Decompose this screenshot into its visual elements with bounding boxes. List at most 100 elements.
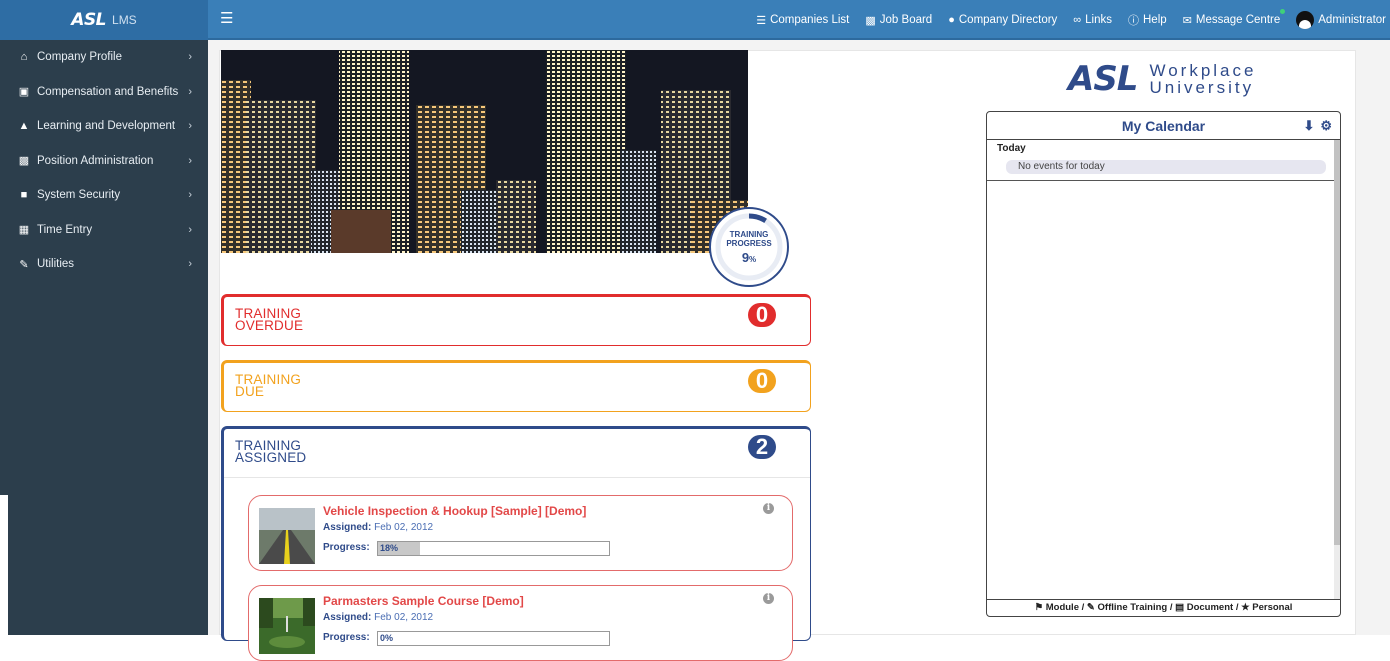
sidebar-item-utilities[interactable]: ✎ Utilities › xyxy=(0,247,208,282)
calendar-scrollbar[interactable] xyxy=(1334,140,1340,600)
training-due-card[interactable]: TRAINING DUE 0 xyxy=(221,360,811,412)
chevron-right-icon: › xyxy=(188,85,192,98)
training-overdue-label: TRAINING OVERDUE xyxy=(235,307,304,333)
training-overdue-count: 0 xyxy=(748,303,776,327)
nav-company-directory[interactable]: ● Company Directory xyxy=(940,0,1065,40)
wu-logo-line2: University xyxy=(1149,78,1255,97)
calendar-icon: ▦ xyxy=(18,224,30,237)
nav-help[interactable]: ⓘ Help xyxy=(1120,0,1175,40)
sidebar-item-label: Learning and Development xyxy=(37,120,176,133)
sidebar-item-compensation[interactable]: ▣ Compensation and Benefits › xyxy=(0,75,208,110)
nav-user-menu[interactable]: Administrator xyxy=(1288,0,1390,40)
brand-sub: LMS xyxy=(112,13,137,27)
briefcase-icon: ▩ xyxy=(865,14,876,27)
brand[interactable]: ASL LMS xyxy=(0,0,208,40)
course-progress-bar: 18% xyxy=(377,541,610,556)
sidebar-item-label: Compensation and Benefits xyxy=(37,85,179,98)
money-icon: ▣ xyxy=(18,86,30,99)
envelope-icon: ✉ xyxy=(1182,14,1192,27)
course-card[interactable]: Parmasters Sample Course [Demo] Assigned… xyxy=(248,585,793,661)
no-events-message: No events for today xyxy=(1006,160,1326,174)
graduation-cap-icon: ▲ xyxy=(18,120,30,133)
legend-module: Module xyxy=(1045,602,1079,613)
progress-arc xyxy=(715,213,783,281)
workplace-university-logo: ASL Workplace University xyxy=(1068,62,1256,96)
course-assigned: Assigned: Feb 02, 2012 xyxy=(323,522,433,533)
wu-logo-text: Workplace University xyxy=(1149,62,1256,96)
course-progress-label: Progress: xyxy=(323,542,370,553)
nav-job-board[interactable]: ▩ Job Board xyxy=(857,0,940,40)
legend-offline: Offline Training xyxy=(1097,602,1168,613)
course-thumbnail xyxy=(259,598,315,654)
nav-message-centre-label: Message Centre xyxy=(1195,9,1286,26)
progress-label: Progress: xyxy=(323,542,370,553)
label-line: DUE xyxy=(235,384,265,399)
nav-help-label: Help xyxy=(1143,14,1167,26)
training-assigned-label: TRAINING ASSIGNED xyxy=(235,439,306,465)
nav-company-directory-label: Company Directory xyxy=(958,14,1058,26)
course-thumbnail xyxy=(259,508,315,564)
course-progress-label: Progress: xyxy=(323,632,370,643)
nav-links[interactable]: ∞ Links xyxy=(1065,0,1120,40)
link-icon: ∞ xyxy=(1073,14,1082,26)
tag-icon: ⚑ xyxy=(1034,602,1044,613)
calendar-title: My Calendar xyxy=(1121,118,1206,134)
legend-document: Document xyxy=(1186,602,1234,613)
today-label: Today xyxy=(997,143,1026,154)
sidebar-item-position-admin[interactable]: ▩ Position Administration › xyxy=(0,144,208,179)
calendar-legend: ⚑ Module / ✎ Offline Training / ▤ Docume… xyxy=(987,599,1340,616)
scrollbar-thumb[interactable] xyxy=(1334,140,1340,545)
brand-logo: ASL xyxy=(71,10,107,30)
course-title[interactable]: Vehicle Inspection & Hookup [Sample] [De… xyxy=(323,504,586,518)
sidebar-item-learning[interactable]: ▲ Learning and Development › xyxy=(0,109,208,144)
avatar-icon xyxy=(1296,11,1315,29)
star-icon: ★ xyxy=(1241,602,1250,613)
sidebar-item-time-entry[interactable]: ▦ Time Entry › xyxy=(0,213,208,248)
sidebar-item-label: Time Entry xyxy=(37,223,93,236)
nav-user-label: Administrator xyxy=(1318,14,1386,26)
gear-icon[interactable]: ⚙ xyxy=(1320,112,1332,140)
wu-logo-line1: Workplace xyxy=(1149,61,1257,80)
legend-personal: Personal xyxy=(1252,602,1293,613)
info-icon[interactable]: i xyxy=(763,593,774,604)
chevron-right-icon: › xyxy=(188,258,192,271)
calendar-tools: ⬇ ⚙ xyxy=(1303,112,1332,140)
course-card[interactable]: Vehicle Inspection & Hookup [Sample] [De… xyxy=(248,495,793,571)
info-icon[interactable]: i xyxy=(763,503,774,514)
course-progress-bar: 0% xyxy=(377,631,610,646)
training-assigned-card: TRAINING ASSIGNED 2 Vehicle Inspection &… xyxy=(221,426,811,661)
sidebar: ⌂ Company Profile › ▣ Compensation and B… xyxy=(0,40,208,495)
sidebar-item-company-profile[interactable]: ⌂ Company Profile › xyxy=(0,40,208,75)
chevron-right-icon: › xyxy=(188,51,192,64)
lock-icon: ■ xyxy=(20,189,28,202)
user-icon: ● xyxy=(948,14,955,26)
calendar-header: My Calendar ⬇ ⚙ xyxy=(987,112,1340,140)
info-icon: ⓘ xyxy=(1128,15,1139,27)
list-icon: ☰ xyxy=(756,14,767,27)
sidebar-item-label: Position Administration xyxy=(37,154,154,167)
sidebar-item-system-security[interactable]: ■ System Security › xyxy=(0,178,208,213)
course-assigned: Assigned: Feb 02, 2012 xyxy=(323,612,433,623)
course-progress-fill: 0% xyxy=(380,633,394,643)
label-line: OVERDUE xyxy=(235,318,304,333)
edit-icon: ✎ xyxy=(1086,602,1095,613)
wrench-icon: ✎ xyxy=(19,258,29,271)
progress-label: Progress: xyxy=(323,632,370,643)
hero-image xyxy=(221,50,748,253)
nav-job-board-label: Job Board xyxy=(879,14,933,26)
training-due-count: 0 xyxy=(748,369,776,393)
download-icon[interactable]: ⬇ xyxy=(1303,112,1314,140)
training-overdue-card[interactable]: TRAINING OVERDUE 0 xyxy=(221,294,811,346)
menu-toggle-icon[interactable]: ☰ xyxy=(220,11,234,26)
course-title[interactable]: Parmasters Sample Course [Demo] xyxy=(323,594,524,608)
assigned-date: Feb 02, 2012 xyxy=(374,612,434,623)
my-calendar: My Calendar ⬇ ⚙ Today No events for toda… xyxy=(986,111,1341,617)
nav-message-centre[interactable]: ✉ Message Centre xyxy=(1175,0,1289,40)
sidebar-item-label: Utilities xyxy=(37,258,75,271)
top-navbar: ASL LMS ☰ ☰ Companies List ▩ Job Board ●… xyxy=(0,0,1390,40)
assigned-label: Assigned: xyxy=(323,612,372,623)
chevron-right-icon: › xyxy=(188,120,192,133)
training-due-label: TRAINING DUE xyxy=(235,373,301,399)
training-progress-ring: TRAINING PROGRESS 9% xyxy=(709,207,789,287)
nav-companies-list[interactable]: ☰ Companies List xyxy=(748,0,857,40)
